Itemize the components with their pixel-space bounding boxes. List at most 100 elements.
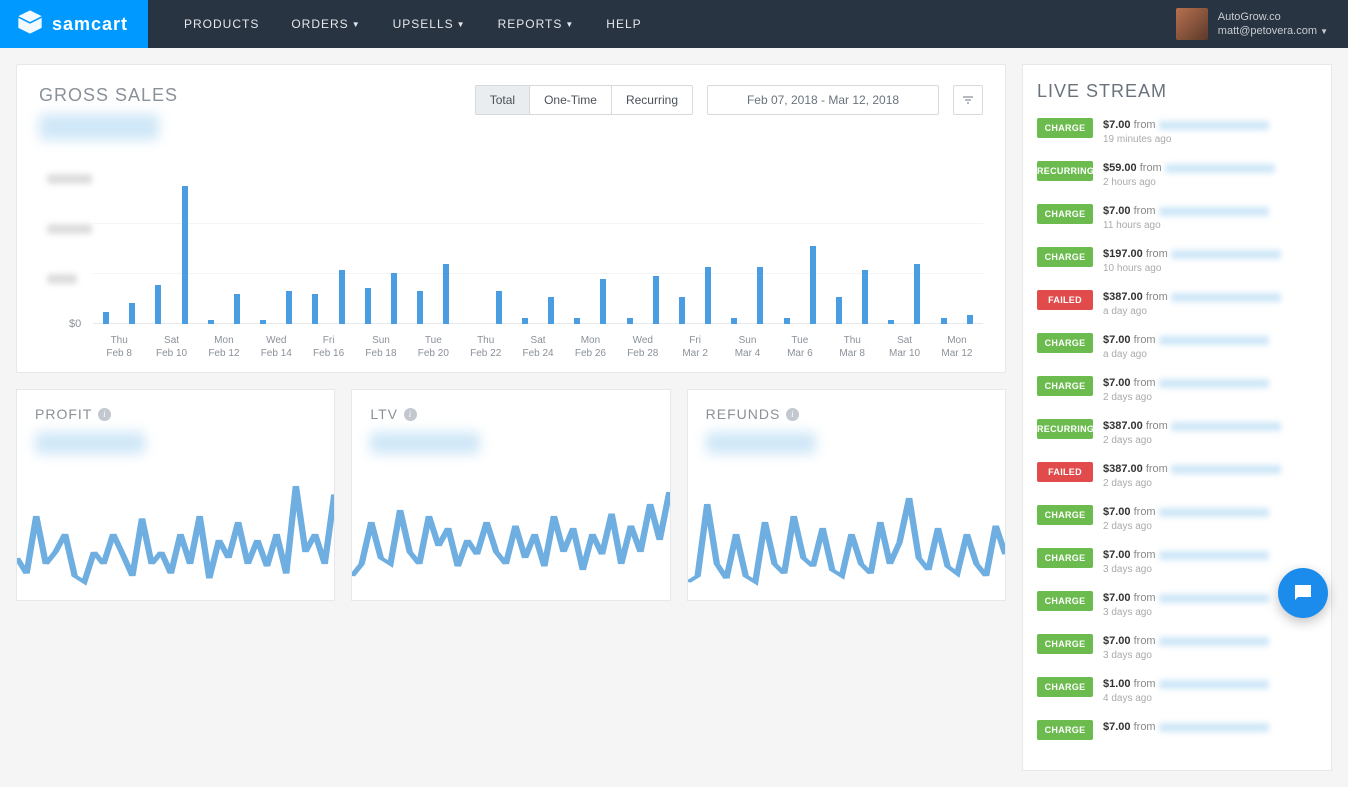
bar — [208, 320, 214, 325]
bar — [731, 318, 737, 324]
x-tick: TueFeb 20 — [407, 334, 459, 360]
ltv-title: LTVi — [370, 406, 651, 422]
live-item[interactable]: CHARGE$7.00 from 3 days ago — [1037, 591, 1317, 620]
bar — [627, 318, 633, 324]
refunds-sparkline — [706, 454, 987, 600]
chart-options-button[interactable] — [953, 85, 983, 115]
nav-reports[interactable]: REPORTS▼ — [498, 17, 575, 31]
bar — [365, 288, 371, 324]
profit-card: PROFITi — [16, 389, 335, 601]
live-stream-title: LIVE STREAM — [1037, 81, 1317, 102]
x-tick: SatFeb 24 — [512, 334, 564, 360]
x-tick: FriFeb 16 — [302, 334, 354, 360]
live-item-text: $7.00 from 2 days ago — [1103, 505, 1317, 534]
live-item[interactable]: CHARGE$7.00 from — [1037, 720, 1317, 740]
live-item[interactable]: FAILED$387.00 from 2 days ago — [1037, 462, 1317, 491]
live-item-text: $7.00 from 3 days ago — [1103, 548, 1317, 577]
chevron-down-icon: ▼ — [457, 20, 466, 29]
bar — [679, 297, 685, 324]
bar — [391, 273, 397, 324]
chevron-down-icon: ▼ — [565, 20, 574, 29]
live-item[interactable]: RECURRING$387.00 from 2 days ago — [1037, 419, 1317, 448]
live-item[interactable]: CHARGE $7.00 from 2 days ago — [1037, 505, 1317, 534]
live-item[interactable]: CHARGE $7.00 from 2 days ago — [1037, 376, 1317, 405]
bar — [914, 264, 920, 324]
live-item[interactable]: FAILED$387.00 from a day ago — [1037, 290, 1317, 319]
bar — [757, 267, 763, 324]
top-nav: samcart PRODUCTS ORDERS▼ UPSELLS▼ REPORTS▼ H… — [0, 0, 1348, 48]
x-tick: SatFeb 10 — [145, 334, 197, 360]
status-badge-charge: CHARGE — [1037, 677, 1093, 697]
status-badge-recurring: RECURRING — [1037, 161, 1093, 181]
live-item[interactable]: CHARGE $7.00 from 3 days ago — [1037, 548, 1317, 577]
bar — [548, 297, 554, 324]
live-item[interactable]: CHARGE $1.00 from 4 days ago — [1037, 677, 1317, 706]
bar — [653, 276, 659, 324]
ltv-sparkline — [370, 454, 651, 600]
nav-products[interactable]: PRODUCTS — [184, 17, 259, 31]
bar — [941, 318, 947, 324]
live-item[interactable]: RECURRING$59.00 from 2 hours ago — [1037, 161, 1317, 190]
nav-items: PRODUCTS ORDERS▼ UPSELLS▼ REPORTS▼ HELP — [148, 17, 642, 31]
sales-type-tabs: TotalOne-TimeRecurring — [475, 85, 693, 115]
bar — [417, 291, 423, 324]
avatar — [1176, 8, 1208, 40]
live-item-text: $387.00 from a day ago — [1103, 290, 1317, 319]
x-tick: ThuMar 8 — [826, 334, 878, 360]
profit-amount — [35, 432, 145, 454]
bar — [600, 279, 606, 324]
live-item-text: $387.00 from 2 days ago — [1103, 462, 1317, 491]
bar — [705, 267, 711, 324]
gross-sales-chart: $0 ThuFeb 8SatFeb 10MonFeb 12WedFeb 14Fr… — [39, 160, 983, 360]
info-icon[interactable]: i — [404, 408, 417, 421]
bar — [129, 303, 135, 324]
refunds-title: REFUNDSi — [706, 406, 987, 422]
x-tick: SatMar 10 — [878, 334, 930, 360]
status-badge-charge: CHARGE — [1037, 333, 1093, 353]
tab-onetime[interactable]: One-Time — [530, 86, 612, 114]
bar — [784, 318, 790, 324]
live-item[interactable]: CHARGE $7.00 from a day ago — [1037, 333, 1317, 362]
x-tick: FriMar 2 — [669, 334, 721, 360]
bar — [888, 320, 894, 325]
chat-button[interactable] — [1278, 568, 1328, 618]
status-badge-charge: CHARGE — [1037, 505, 1093, 525]
bar — [836, 297, 842, 324]
user-name: AutoGrow.co — [1218, 10, 1328, 24]
live-item[interactable]: CHARGE$7.00 from 11 hours ago — [1037, 204, 1317, 233]
box-icon — [16, 8, 44, 41]
live-item-text: $7.00 from 2 days ago — [1103, 376, 1317, 405]
live-item-text: $1.00 from 4 days ago — [1103, 677, 1317, 706]
logo-text: samcart — [52, 14, 128, 35]
logo[interactable]: samcart — [0, 0, 148, 48]
tab-recurring[interactable]: Recurring — [612, 86, 692, 114]
live-item[interactable]: CHARGE$197.00 from 10 hours ago — [1037, 247, 1317, 276]
info-icon[interactable]: i — [786, 408, 799, 421]
bar — [496, 291, 502, 324]
status-badge-charge: CHARGE — [1037, 548, 1093, 568]
x-tick: MonFeb 26 — [564, 334, 616, 360]
bar — [522, 318, 528, 324]
info-icon[interactable]: i — [98, 408, 111, 421]
live-stream-card: LIVE STREAM CHARGE$7.00 from 19 minutes … — [1022, 64, 1332, 771]
tab-total[interactable]: Total — [476, 86, 530, 114]
x-tick: ThuFeb 8 — [93, 334, 145, 360]
bar — [967, 315, 973, 324]
live-item[interactable]: CHARGE$7.00 from 19 minutes ago — [1037, 118, 1317, 147]
x-tick: MonMar 12 — [931, 334, 983, 360]
nav-orders[interactable]: ORDERS▼ — [291, 17, 360, 31]
user-info: AutoGrow.co matt@petovera.com ▼ — [1218, 10, 1328, 39]
live-item-text: $7.00 from 11 hours ago — [1103, 204, 1317, 233]
live-item-text: $7.00 from a day ago — [1103, 333, 1317, 362]
live-item-text: $7.00 from 3 days ago — [1103, 634, 1317, 663]
y-axis-zero: $0 — [69, 318, 81, 330]
date-range-picker[interactable]: Feb 07, 2018 - Mar 12, 2018 — [707, 85, 939, 115]
nav-help[interactable]: HELP — [606, 17, 641, 31]
profit-sparkline — [35, 454, 316, 600]
user-menu[interactable]: AutoGrow.co matt@petovera.com ▼ — [1176, 8, 1348, 40]
gross-sales-card: GROSS SALES TotalOne-TimeRecurring Feb 0… — [16, 64, 1006, 373]
nav-upsells[interactable]: UPSELLS▼ — [393, 17, 466, 31]
live-item[interactable]: CHARGE $7.00 from 3 days ago — [1037, 634, 1317, 663]
status-badge-charge: CHARGE — [1037, 634, 1093, 654]
status-badge-charge: CHARGE — [1037, 376, 1093, 396]
